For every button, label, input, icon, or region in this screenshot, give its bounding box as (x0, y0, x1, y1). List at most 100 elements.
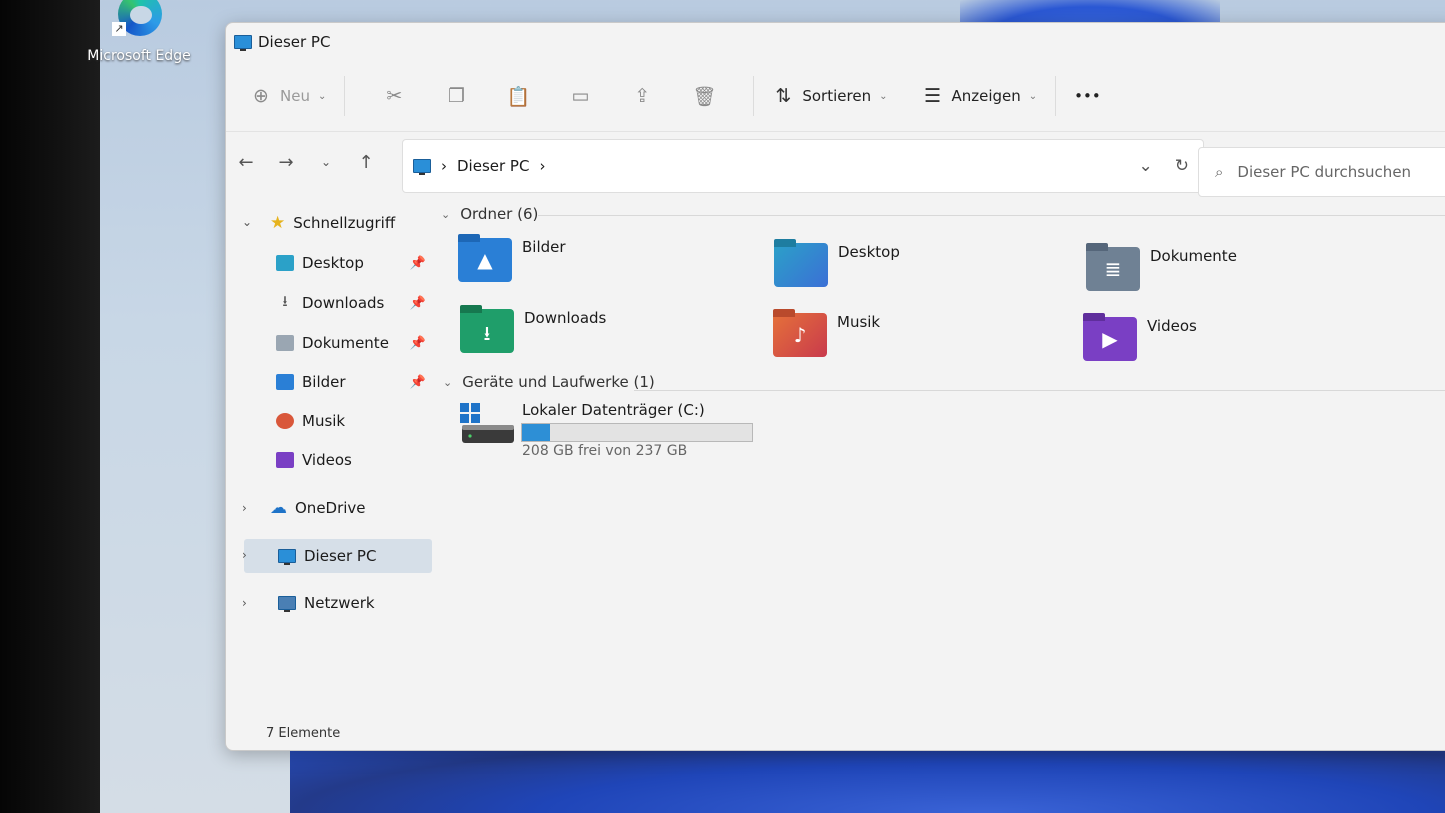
drive-usage-fill (522, 424, 550, 441)
copy-button[interactable]: ❐ (425, 85, 487, 107)
sidebar-item-label: Schnellzugriff (293, 214, 396, 232)
sidebar-item-label: Desktop (302, 254, 364, 272)
star-icon: ★ (270, 213, 286, 233)
breadcrumb-chevron-icon: › (539, 157, 546, 175)
edge-icon: ↗ (112, 0, 166, 44)
address-history-button[interactable]: ⌄ (1139, 156, 1153, 176)
sidebar-item-music[interactable]: Musik (276, 406, 426, 436)
group-divider (634, 390, 1445, 391)
window-title: Dieser PC (258, 33, 331, 51)
sort-label: Sortieren (802, 87, 872, 105)
drive-c-label[interactable]: Lokaler Datenträger (C:) (522, 401, 705, 419)
recent-locations-button[interactable]: ⌄ (306, 155, 346, 169)
sidebar-item-documents[interactable]: Dokumente 📌 (276, 328, 426, 358)
sidebar-item-desktop[interactable]: Desktop 📌 (276, 248, 426, 278)
cut-button[interactable]: ✂ (363, 85, 425, 107)
expand-chevron-icon[interactable]: › (242, 501, 247, 515)
more-options-button[interactable]: ••• (1074, 87, 1101, 105)
music-icon (276, 413, 294, 429)
trash-icon: 🗑 (692, 85, 717, 108)
chevron-down-icon: ⌄ (1028, 90, 1038, 102)
divider (344, 76, 346, 116)
search-icon: ⌕ (1215, 163, 1224, 181)
desktop-icon-label: Microsoft Edge (87, 48, 191, 64)
this-pc-icon (413, 159, 431, 175)
folder-music[interactable]: ♪ Musik (773, 309, 881, 357)
folder-pictures[interactable]: ▲ Bilder (458, 234, 566, 282)
folder-label: Musik (837, 313, 881, 331)
drive-c-icon[interactable] (456, 401, 516, 451)
folder-downloads[interactable]: ⭳ Downloads (460, 305, 606, 353)
divider (1055, 76, 1057, 116)
pin-icon: 📌 (409, 295, 426, 311)
collapse-chevron-icon: ⌄ (441, 207, 451, 221)
breadcrumb-separator-icon: › (441, 157, 447, 175)
share-icon: ⇪ (634, 85, 651, 107)
chevron-down-icon: ⌄ (317, 90, 327, 102)
up-button[interactable]: ↑ (346, 152, 386, 173)
sidebar-item-label: Dieser PC (304, 547, 377, 565)
group-divider (538, 215, 1445, 216)
view-button[interactable]: ☰ Anzeigen ⌄ (921, 85, 1037, 107)
drives-group-header[interactable]: ⌄ Geräte und Laufwerke (1) (443, 373, 655, 391)
expand-chevron-icon[interactable]: › (242, 596, 247, 610)
sidebar-item-network[interactable]: Netzwerk (278, 588, 428, 618)
folder-videos[interactable]: ▶ Videos (1083, 313, 1197, 361)
expand-chevron-icon[interactable]: › (242, 548, 247, 562)
scissors-icon: ✂ (386, 85, 403, 107)
pin-icon: 📌 (409, 255, 426, 271)
sidebar-item-label: OneDrive (295, 499, 366, 517)
paste-button[interactable]: 📋 (487, 85, 549, 108)
sidebar-item-label: Dokumente (302, 334, 389, 352)
view-list-icon: ☰ (923, 85, 941, 107)
chevron-down-icon: ⌄ (320, 155, 332, 169)
desktop-folder-icon (774, 239, 828, 287)
arrow-up-icon: ↑ (358, 151, 374, 173)
sidebar-item-videos[interactable]: Videos (276, 445, 426, 475)
search-box[interactable]: ⌕ Dieser PC durchsuchen (1198, 147, 1445, 197)
sort-button[interactable]: ⇅ Sortieren ⌄ (772, 85, 887, 107)
sidebar-item-this-pc[interactable]: Dieser PC (278, 541, 428, 571)
sidebar-item-label: Downloads (302, 294, 385, 312)
downloads-folder-icon: ⭳ (460, 305, 514, 353)
new-button[interactable]: ⊕ Neu ⌄ (250, 85, 326, 107)
folder-label: Dokumente (1150, 247, 1237, 265)
sidebar-item-label: Bilder (302, 373, 346, 391)
sidebar-item-label: Videos (302, 451, 352, 469)
pictures-icon (276, 374, 294, 390)
desktop-icon-edge[interactable]: ↗ Microsoft Edge (84, 0, 194, 64)
screen-bezel (0, 0, 100, 813)
address-bar[interactable]: › Dieser PC › ⌄ ↻ (402, 139, 1204, 193)
clipboard-icon: 📋 (506, 85, 531, 108)
new-label: Neu (280, 87, 310, 105)
delete-button[interactable]: 🗑 (673, 85, 735, 108)
copy-icon: ❐ (447, 85, 465, 107)
folder-label: Bilder (522, 238, 566, 256)
sidebar-item-onedrive[interactable]: ☁ OneDrive (270, 493, 420, 523)
share-button[interactable]: ⇪ (611, 85, 673, 107)
collapse-chevron-icon: ⌄ (443, 375, 453, 389)
sidebar-item-quick-access[interactable]: ★ Schnellzugriff (270, 208, 420, 238)
forward-button[interactable]: → (266, 152, 306, 173)
file-explorer-window: Dieser PC ⊕ Neu ⌄ ✂ ❐ 📋 ▭ ⇪ 🗑 ⇅ Sortiere… (225, 22, 1445, 751)
back-button[interactable]: ← (226, 152, 266, 173)
refresh-icon[interactable]: ↻ (1175, 156, 1189, 176)
pictures-folder-icon: ▲ (458, 234, 512, 282)
folder-desktop[interactable]: Desktop (774, 239, 900, 287)
expand-chevron-icon[interactable]: ⌄ (242, 215, 252, 229)
rename-icon: ▭ (571, 85, 590, 107)
folders-group-header[interactable]: ⌄ Ordner (6) (441, 205, 538, 223)
this-pc-icon (234, 35, 252, 51)
documents-folder-icon: ≣ (1086, 243, 1140, 291)
pin-icon: 📌 (409, 335, 426, 351)
drive-free-text: 208 GB frei von 237 GB (522, 443, 688, 459)
arrow-right-icon: → (278, 151, 294, 173)
sidebar-item-downloads[interactable]: ⭳ Downloads 📌 (276, 288, 426, 318)
folder-documents[interactable]: ≣ Dokumente (1086, 243, 1237, 291)
breadcrumb-this-pc[interactable]: Dieser PC (457, 157, 529, 175)
rename-button[interactable]: ▭ (549, 85, 611, 107)
sort-arrows-icon: ⇅ (775, 85, 792, 107)
sidebar-item-label: Netzwerk (304, 594, 375, 612)
folders-group-title: Ordner (6) (460, 205, 539, 223)
sidebar-item-pictures[interactable]: Bilder 📌 (276, 367, 426, 397)
